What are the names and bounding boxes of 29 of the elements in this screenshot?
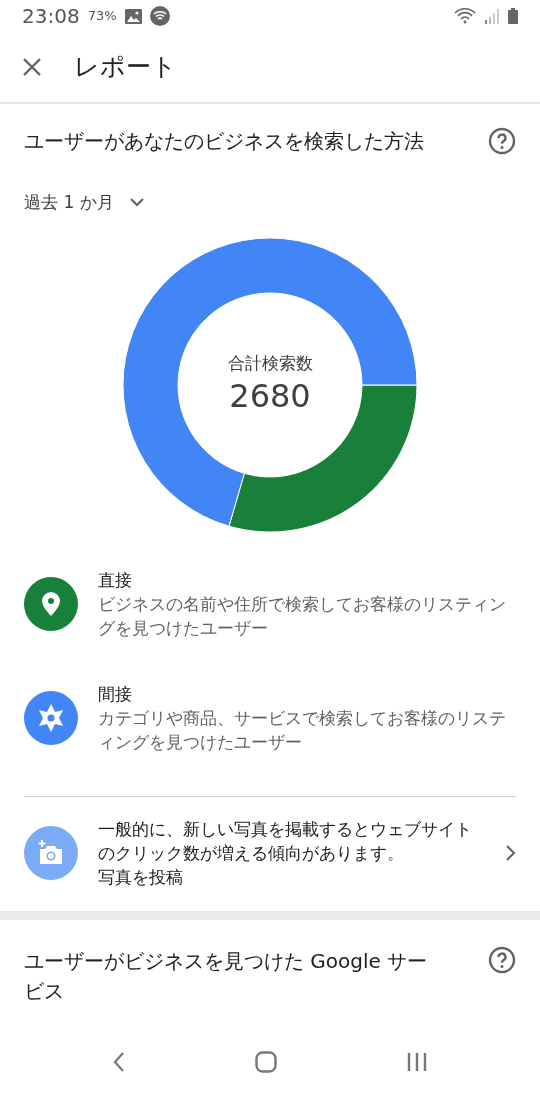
- help-icon[interactable]: [488, 945, 516, 974]
- signal-icon: [484, 8, 500, 24]
- section-title: ユーザーがビジネスを見つけた Google サービス: [24, 947, 429, 1005]
- page-title: レポート: [74, 51, 177, 84]
- tip-text: 一般的に、新しい写真を掲載するとウェブサイトのクリック数が増える傾向があります。: [98, 817, 473, 865]
- legend-title: 直接: [98, 568, 133, 592]
- battery-icon: [508, 8, 518, 24]
- wifi-icon: [454, 8, 476, 24]
- help-icon[interactable]: [488, 127, 516, 155]
- add-photo-icon: [24, 825, 78, 880]
- legend-description: ビジネスの名前や住所で検索してお客様のリスティングを見つけたユーザー: [98, 592, 507, 640]
- photo-tip-row[interactable]: 一般的に、新しい写真を掲載するとウェブサイトのクリック数が増える傾向があります。 写真を投稿: [24, 796, 516, 911]
- image-icon: [124, 8, 142, 24]
- chevron-right-icon: [506, 844, 516, 861]
- legend-title: 間接: [98, 682, 133, 706]
- section-title: ユーザーがあなたのビジネスを検索した方法: [24, 128, 424, 155]
- chart-center-label: 合計検索数: [227, 351, 313, 375]
- recent-apps-icon[interactable]: [407, 1051, 427, 1072]
- post-photo-link[interactable]: 写真を投稿: [98, 864, 483, 889]
- chevron-down-icon: [129, 198, 144, 208]
- wifi-icon: [149, 6, 170, 26]
- total-searches-value: 2680: [228, 376, 312, 418]
- status-time: 23:08: [22, 3, 80, 30]
- home-icon[interactable]: [255, 1050, 277, 1073]
- battery-percent: 73%: [87, 7, 117, 26]
- legend-description: カテゴリや商品、サービスで検索してお客様のリスティングを見つけたユーザー: [98, 706, 507, 754]
- back-icon[interactable]: [113, 1051, 125, 1072]
- close-icon[interactable]: [22, 57, 42, 77]
- period-dropdown[interactable]: 過去 1 か月: [24, 190, 144, 216]
